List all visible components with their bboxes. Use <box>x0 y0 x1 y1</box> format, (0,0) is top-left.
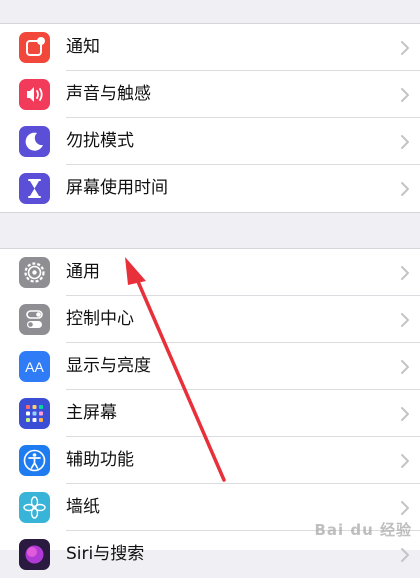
top-gap <box>0 0 420 23</box>
settings-row-label: 主屏幕 <box>66 403 117 423</box>
notifications-icon <box>19 32 50 63</box>
hourglass-icon <box>19 173 50 204</box>
chevron-right-icon <box>401 501 409 515</box>
settings-row-notifications[interactable]: 通知 <box>0 24 420 71</box>
settings-row-screen-time[interactable]: 屏幕使用时间 <box>0 165 420 212</box>
siri-icon <box>19 539 50 570</box>
text-size-icon: AA <box>19 351 50 382</box>
settings-row-label: 控制中心 <box>66 309 134 329</box>
accessibility-icon <box>19 445 50 476</box>
chevron-right-icon <box>401 313 409 327</box>
settings-group-2: 通用 控制中心 AA 显示与亮度 主屏幕 辅助功能 墙纸 Siri与搜索 <box>0 249 420 570</box>
chevron-right-icon <box>401 135 409 149</box>
settings-row-display-brightness[interactable]: AA 显示与亮度 <box>0 343 420 390</box>
chevron-right-icon <box>401 407 409 421</box>
gear-icon <box>19 257 50 288</box>
settings-row-general[interactable]: 通用 <box>0 249 420 296</box>
chevron-right-icon <box>401 454 409 468</box>
watermark: Bai du 经验 <box>314 521 412 539</box>
moon-icon <box>19 126 50 157</box>
chevron-right-icon <box>401 41 409 55</box>
settings-row-label: 声音与触感 <box>66 84 151 104</box>
chevron-right-icon <box>401 182 409 196</box>
text-size-glyph: AA <box>25 358 44 375</box>
settings-row-label: 显示与亮度 <box>66 356 151 376</box>
chevron-right-icon <box>401 360 409 374</box>
chevron-right-icon <box>401 548 409 562</box>
settings-row-label: Siri与搜索 <box>66 544 145 564</box>
chevron-right-icon <box>401 88 409 102</box>
settings-row-home-screen[interactable]: 主屏幕 <box>0 390 420 437</box>
settings-row-label: 通知 <box>66 37 100 57</box>
settings-row-control-center[interactable]: 控制中心 <box>0 296 420 343</box>
settings-row-accessibility[interactable]: 辅助功能 <box>0 437 420 484</box>
settings-row-label: 辅助功能 <box>66 450 134 470</box>
settings-row-do-not-disturb[interactable]: 勿扰模式 <box>0 118 420 165</box>
settings-row-sounds-haptics[interactable]: 声音与触感 <box>0 71 420 118</box>
settings-row-label: 通用 <box>66 262 100 282</box>
wallpaper-flower-icon <box>19 492 50 523</box>
settings-row-label: 屏幕使用时间 <box>66 178 168 198</box>
settings-row-label: 勿扰模式 <box>66 131 134 151</box>
home-screen-grid-icon <box>19 398 50 429</box>
settings-group-1: 通知 声音与触感 勿扰模式 屏幕使用时间 <box>0 24 420 212</box>
settings-row-label: 墙纸 <box>66 497 100 517</box>
chevron-right-icon <box>401 266 409 280</box>
toggle-icon <box>19 304 50 335</box>
section-gap <box>0 213 420 248</box>
speaker-icon <box>19 79 50 110</box>
